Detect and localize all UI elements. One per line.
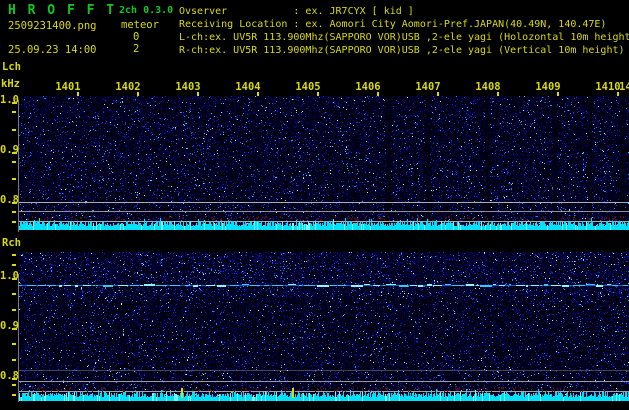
lch-spectrogram: [19, 96, 629, 233]
freq-tick-major: [12, 328, 17, 330]
freq-tick-minor: [12, 293, 16, 295]
freq-tick-minor: [12, 221, 16, 223]
filename-label: 2509231400.png: [8, 20, 97, 32]
app-title: H R O F F T: [8, 3, 116, 18]
meteor-label: meteor: [121, 19, 159, 31]
observer-line: Ovserver : ex. JR7CYX [ kid ]: [179, 5, 414, 18]
freq-tick-minor: [12, 111, 16, 113]
rch-info-line: R-ch:ex. UV5R 113.900Mhz(SAPPORO VOR)USB…: [179, 44, 625, 57]
freq-tick-label: 0.8: [0, 370, 12, 382]
time-label-partial: 14: [619, 81, 629, 93]
freq-tick-minor: [12, 343, 16, 345]
freq-tick-label: 0.9: [0, 320, 12, 332]
freq-tick-minor: [12, 254, 16, 256]
location-line: Receiving Location : ex. Aomori City Aom…: [179, 18, 606, 31]
rch-axis-label: Rch: [2, 237, 21, 249]
freq-tick-minor: [12, 161, 16, 163]
freq-tick-minor: [12, 384, 16, 386]
freq-unit-label: kHz: [1, 78, 20, 90]
freq-tick-minor: [12, 211, 16, 213]
freq-tick-major: [12, 278, 17, 280]
freq-tick-label: 1.0: [0, 94, 12, 106]
freq-tick-label: 0.8: [0, 194, 12, 206]
freq-tick-minor: [12, 359, 16, 361]
freq-tick-major: [12, 378, 17, 380]
rch-spectrogram: [19, 252, 629, 403]
lch-info-line: L-ch:ex. UV5R 113.900Mhz(SAPPORO VOR)USB…: [179, 31, 629, 44]
freq-tick-minor: [12, 178, 16, 180]
freq-tick-label: 0.9: [0, 144, 12, 156]
freq-tick-minor: [12, 394, 16, 396]
meteor-count-rch: 2: [133, 43, 139, 55]
freq-tick-major: [12, 202, 17, 204]
freq-tick-minor: [12, 129, 16, 131]
freq-tick-minor: [12, 264, 16, 266]
freq-tick-label: 1.0: [0, 270, 12, 282]
freq-tick-major: [12, 152, 17, 154]
freq-tick-major: [12, 102, 17, 104]
lch-axis-label: Lch: [2, 61, 21, 73]
freq-tick-minor: [12, 309, 16, 311]
hrofft-window: H R O F F T 2ch 0.3.0 2509231400.png met…: [0, 0, 629, 410]
version-label: 2ch 0.3.0: [119, 5, 173, 16]
meteor-count-lch: 0: [133, 31, 139, 43]
lch-left-border: [18, 100, 19, 232]
rch-left-border: [18, 274, 19, 402]
timestamp-label: 25.09.23 14:00: [8, 44, 97, 56]
